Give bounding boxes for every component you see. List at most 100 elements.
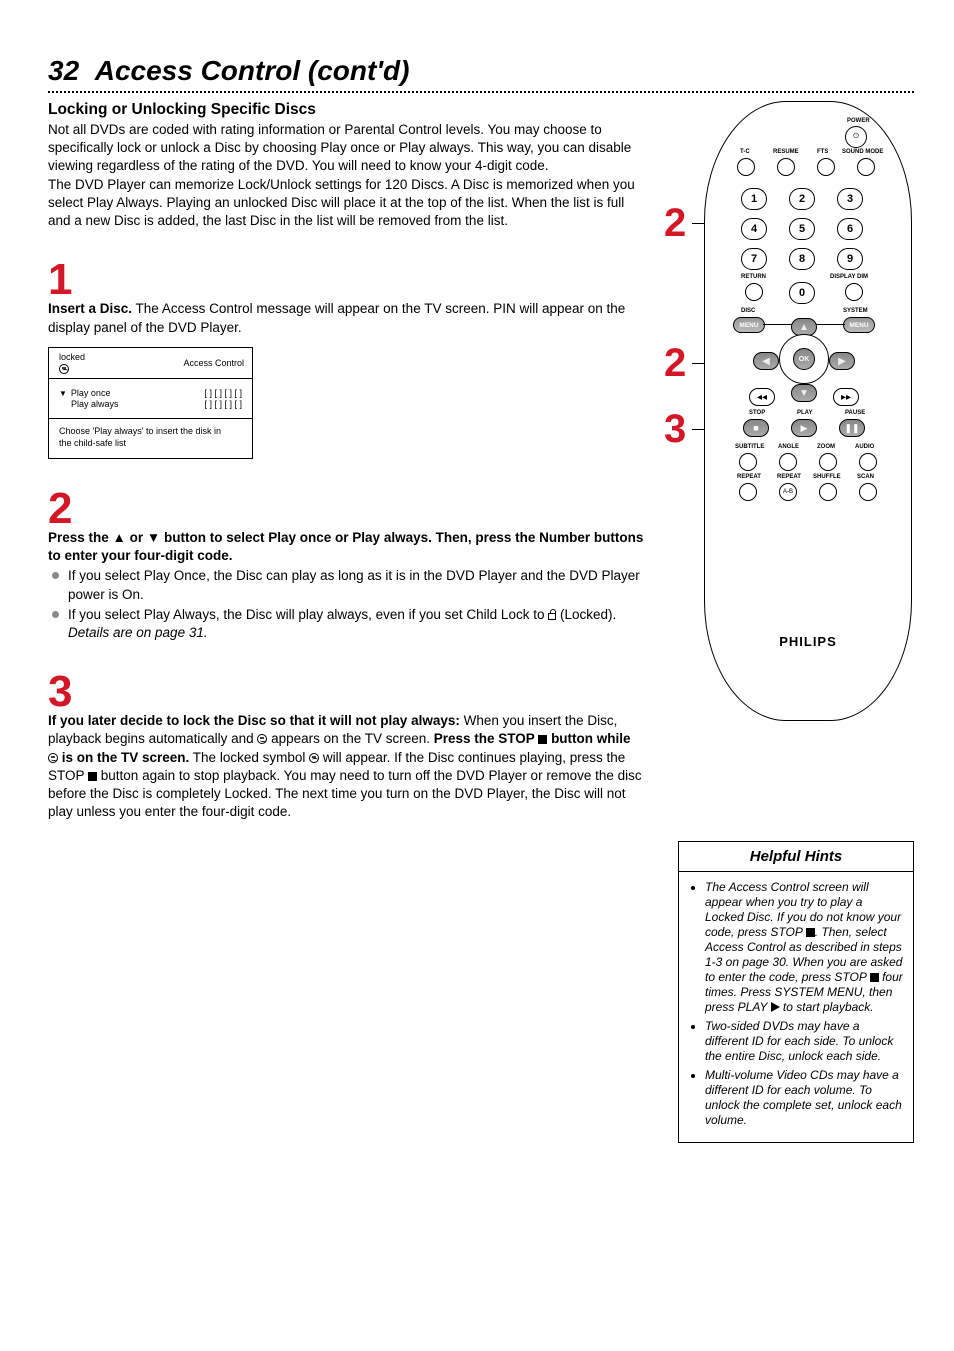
osd-cursor-icon: ▼	[59, 389, 67, 398]
audio-button	[859, 453, 877, 471]
callout-2b-number: 2	[664, 341, 686, 386]
step-3-text: If you later decide to lock the Disc so …	[48, 712, 644, 821]
helpful-hints-list: The Access Control screen will appear wh…	[689, 880, 903, 1128]
num-6: 6	[837, 218, 863, 240]
angle-label: ANGLE	[778, 444, 799, 450]
osd-access-control-label: Access Control	[183, 358, 244, 368]
intro-paragraph-1: Not all DVDs are coded with rating infor…	[48, 121, 644, 176]
displaydim-button	[845, 283, 863, 301]
pause-button: ❚❚	[839, 419, 865, 437]
step-1-number: 1	[48, 258, 644, 302]
subtitle-label: SUBTITLE	[735, 444, 764, 450]
num-8: 8	[789, 248, 815, 270]
stop-button: ■	[743, 419, 769, 437]
step-2-text: Press the ▲ or ▼ button to select Play o…	[48, 529, 644, 565]
audio-label: AUDIO	[855, 444, 874, 450]
return-button	[745, 283, 763, 301]
step-2-bullet-2: If you select Play Always, the Disc will…	[50, 606, 644, 642]
num-0: 0	[789, 282, 815, 304]
power-label: POWER	[847, 118, 870, 124]
step-1-rest: The Access Control message will appear o…	[48, 301, 625, 334]
hint-3: Multi-volume Video CDs may have a differ…	[705, 1068, 903, 1128]
hint-2: Two-sided DVDs may have a different ID f…	[705, 1019, 903, 1064]
step-2-bullets: If you select Play Once, the Disc can pl…	[48, 567, 644, 642]
stop-label: STOP	[749, 410, 765, 416]
num-2: 2	[789, 188, 815, 210]
shuffle-label: SHUFFLE	[813, 474, 841, 480]
num-4: 4	[741, 218, 767, 240]
osd-play-always: Play always	[59, 399, 119, 409]
play-icon-hint	[771, 1002, 780, 1012]
next-button: ▸▸	[833, 388, 859, 406]
disc-menu-button: MENU	[733, 317, 765, 333]
intro-paragraph-2: The DVD Player can memorize Lock/Unlock …	[48, 176, 644, 231]
osd-locked-label: locked	[59, 352, 85, 362]
zoom-button	[819, 453, 837, 471]
num-7: 7	[741, 248, 767, 270]
ok-button: OK	[793, 348, 815, 370]
osd-play-once: Play once	[71, 388, 111, 398]
step-3-number: 3	[48, 670, 644, 714]
zoom-label: ZOOM	[817, 444, 835, 450]
stop-icon	[538, 735, 547, 744]
prev-button: ◂◂	[749, 388, 775, 406]
repeat-ab-button: A-B	[779, 483, 797, 501]
callout-2-number: 2	[664, 201, 686, 246]
resume-button	[777, 158, 795, 176]
system-label: SYSTEM	[843, 308, 868, 314]
dpad-down: ▼	[791, 384, 817, 402]
osd-screen: locked Access Control ▼ Play once [ ] [ ]…	[48, 347, 253, 459]
osd-code-1: [ ] [ ] [ ] [ ]	[204, 388, 242, 398]
sad-face-icon	[59, 364, 69, 374]
fts-label: FTS	[817, 149, 828, 155]
divider-dotted	[48, 91, 914, 93]
play-label: PLAY	[797, 410, 812, 416]
resume-label: RESUME	[773, 149, 799, 155]
step-2-number: 2	[48, 487, 644, 531]
power-button: ⏻	[845, 126, 867, 148]
step-3-bold: If you later decide to lock the Disc so …	[48, 713, 460, 728]
repeat-button	[739, 483, 757, 501]
return-label: RETURN	[741, 274, 766, 280]
smiley-icon-2	[48, 753, 58, 763]
shuffle-button	[819, 483, 837, 501]
fts-button	[817, 158, 835, 176]
angle-button	[779, 453, 797, 471]
tc-button	[737, 158, 755, 176]
displaydim-label: DISPLAY DIM	[830, 274, 868, 280]
step-1-text: Insert a Disc. The Access Control messag…	[48, 300, 644, 336]
disc-label: DISC	[741, 308, 755, 314]
hint-1: The Access Control screen will appear wh…	[705, 880, 903, 1015]
soundmode-label: SOUND MODE	[842, 149, 883, 155]
lock-icon	[548, 613, 556, 620]
system-menu-button: MENU	[843, 317, 875, 333]
step-2-bold: Press the ▲ or ▼ button to select Play o…	[48, 530, 643, 563]
tc-label: T-C	[740, 149, 750, 155]
stop-icon-hint-2	[870, 973, 879, 982]
repeat-label: REPEAT	[737, 474, 761, 480]
osd-code-2: [ ] [ ] [ ] [ ]	[204, 399, 242, 409]
num-5: 5	[789, 218, 815, 240]
helpful-hints-title: Helpful Hints	[679, 842, 913, 872]
sad-face-icon-2	[309, 753, 319, 763]
brand-label: PHILIPS	[705, 634, 911, 649]
smiley-icon	[257, 734, 267, 744]
callout-3-number: 3	[664, 407, 686, 452]
scan-button	[859, 483, 877, 501]
stop-icon-hint-1	[806, 928, 815, 937]
num-9: 9	[837, 248, 863, 270]
soundmode-button	[857, 158, 875, 176]
helpful-hints-box: Helpful Hints The Access Control screen …	[678, 841, 914, 1143]
osd-bottom-line-2: the child-safe list	[59, 437, 242, 450]
remote-illustration: 2 2 3 POWER ⏻ T-C RESUME FTS SOUND MODE	[674, 101, 914, 731]
page-title-text: Access Control (cont'd)	[95, 55, 410, 86]
step-2-bullet-1: If you select Play Once, the Disc can pl…	[50, 567, 644, 603]
stop-icon-2	[88, 772, 97, 781]
subtitle-button	[739, 453, 757, 471]
osd-bottom-line-1: Choose 'Play always' to insert the disk …	[59, 425, 242, 438]
num-1: 1	[741, 188, 767, 210]
step-1-bold: Insert a Disc.	[48, 301, 132, 316]
play-button: ▶	[791, 419, 817, 437]
scan-label: SCAN	[857, 474, 874, 480]
section-heading: Locking or Unlocking Specific Discs	[48, 101, 644, 119]
